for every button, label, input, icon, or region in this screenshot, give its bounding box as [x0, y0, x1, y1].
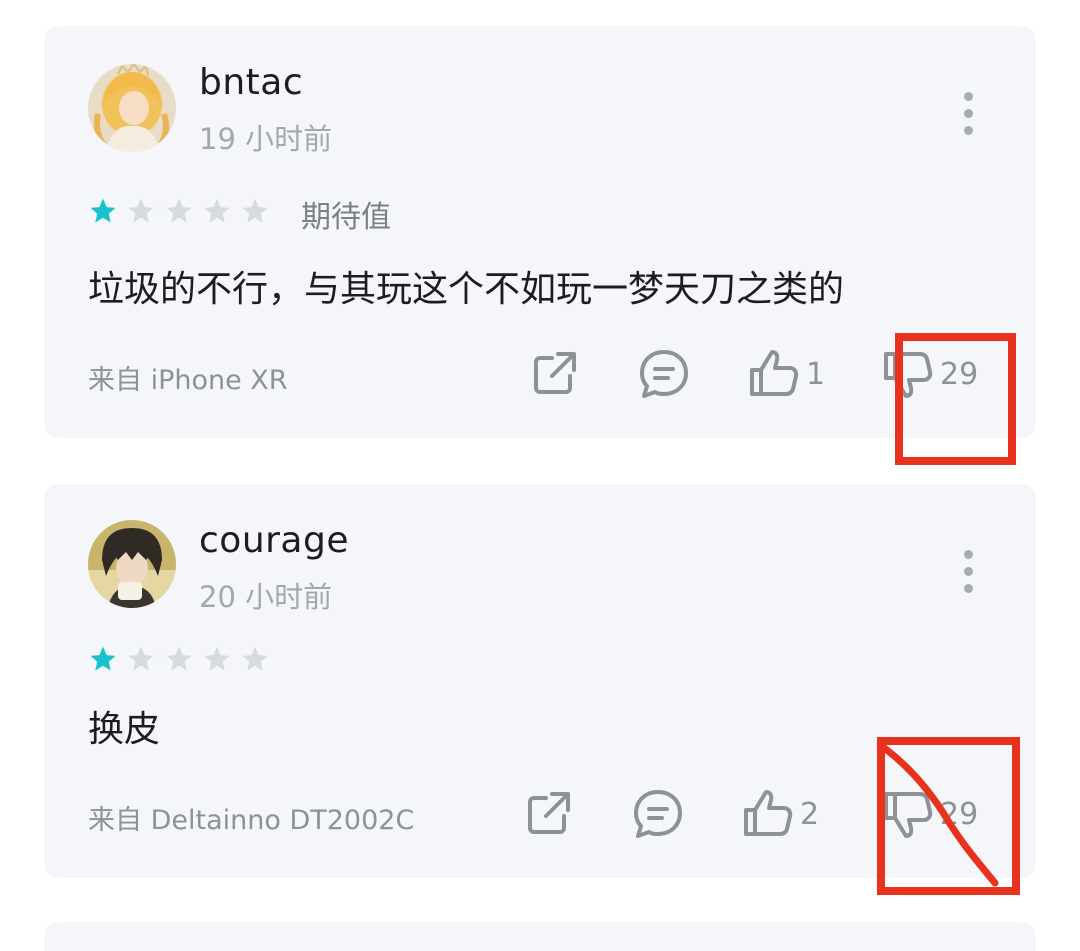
share-button[interactable] [522, 788, 574, 840]
star-icon [204, 646, 230, 671]
star-icon [242, 646, 268, 671]
share-button[interactable] [528, 348, 580, 400]
user-avatar[interactable] [88, 64, 176, 152]
star-icon [242, 198, 268, 223]
like-button[interactable]: 1 [748, 348, 825, 400]
rating-stars [88, 194, 278, 228]
star-icon [90, 198, 116, 223]
avatar-image [88, 64, 176, 152]
comment-icon [640, 350, 688, 398]
more-icon[interactable] [964, 550, 974, 601]
like-count: 2 [800, 796, 820, 832]
share-icon [534, 352, 576, 394]
review-device: 来自 iPhone XR [88, 365, 288, 396]
review-card [44, 922, 1036, 951]
like-button[interactable]: 2 [742, 788, 819, 840]
star-icon [204, 198, 230, 223]
like-count: 1 [806, 356, 826, 392]
comment-icon [634, 790, 682, 838]
avatar-image [88, 520, 176, 608]
rating-label: 期待值 [301, 200, 391, 235]
share-icon [528, 792, 570, 834]
star-icon [128, 198, 154, 223]
review-content[interactable]: 垃圾的不行，与其玩这个不如玩一梦天刀之类的 [88, 260, 844, 312]
review-device: 来自 Deltainno DT2002C [88, 805, 415, 836]
thumbs-up-icon [744, 790, 793, 836]
more-icon[interactable] [964, 92, 974, 143]
review-card: bntac 19 小时前 期待值 垃圾的不行，与其玩这个不如玩一梦天刀之类的 来… [44, 26, 1036, 438]
annotation-box [895, 333, 1016, 465]
review-username[interactable]: bntac [199, 62, 303, 103]
star-icon [166, 198, 192, 223]
star-icon [166, 646, 192, 671]
star-icon [128, 646, 154, 671]
review-content[interactable]: 换皮 [88, 700, 160, 752]
review-list: bntac 19 小时前 期待值 垃圾的不行，与其玩这个不如玩一梦天刀之类的 来… [0, 0, 1080, 951]
review-time: 19 小时前 [199, 122, 333, 156]
annotation-slash [879, 743, 999, 887]
review-time: 20 小时前 [199, 580, 333, 614]
user-avatar[interactable] [88, 520, 176, 608]
review-username[interactable]: courage [199, 520, 349, 561]
thumbs-up-icon [750, 350, 799, 396]
star-icon [90, 646, 116, 671]
comment-button[interactable] [638, 348, 690, 400]
comment-button[interactable] [632, 788, 684, 840]
rating-stars [88, 642, 278, 676]
